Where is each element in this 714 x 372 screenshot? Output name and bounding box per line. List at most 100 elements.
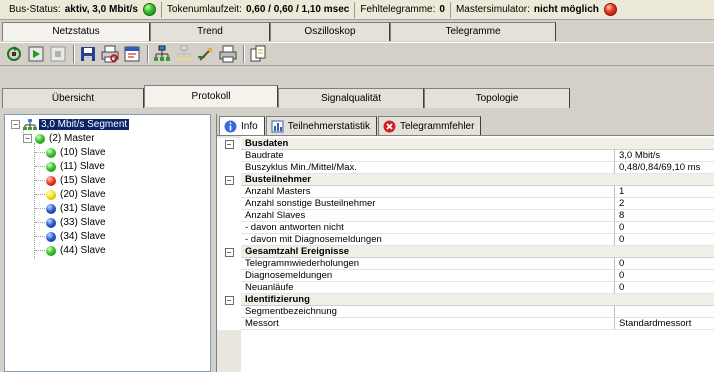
slave-status-icon: [46, 147, 56, 158]
section-title: Identifizierung: [241, 294, 714, 306]
tree-node-slave-label: (10) Slave: [60, 147, 106, 158]
slave-status-icon: [46, 231, 56, 242]
tab-telegramme[interactable]: Telegramme: [390, 22, 556, 41]
property-row[interactable]: Anzahl Slaves 8: [217, 210, 714, 222]
bus-status: Bus-Status: aktiv, 3,0 Mbit/s: [4, 1, 162, 18]
tab-teilnehmerstatistik[interactable]: Teilnehmerstatistik: [265, 116, 377, 135]
tree-line: [35, 194, 45, 195]
property-value: 0: [615, 258, 714, 270]
property-value: [615, 306, 714, 318]
tab-uebersicht[interactable]: Übersicht: [2, 88, 144, 108]
section-header[interactable]: − Busteilnehmer: [217, 174, 714, 186]
print-preview-icon[interactable]: [100, 44, 120, 64]
toolbar: [0, 42, 714, 66]
tab-info[interactable]: Info: [219, 116, 265, 135]
tab-netzstatus[interactable]: Netzstatus: [2, 22, 150, 41]
tree-node-slave-label: (11) Slave: [60, 161, 105, 172]
collapse-section-icon[interactable]: −: [224, 139, 234, 149]
status-bar: Bus-Status: aktiv, 3,0 Mbit/s Tokenumlau…: [0, 0, 714, 20]
tab-info-label: Info: [241, 120, 258, 132]
detail-tab-bar: Info Teilnehmerstatistik Telegrammfehler: [217, 114, 714, 135]
property-key: Buszyklus Min./Mittel/Max.: [241, 162, 615, 174]
property-row[interactable]: Anzahl Masters 1: [217, 186, 714, 198]
tree-node-slave[interactable]: (33) Slave: [35, 216, 106, 229]
bus-status-label: Bus-Status:: [9, 4, 61, 15]
collapse-section-icon[interactable]: −: [224, 175, 234, 185]
tree-node-slave-label: (34) Slave: [60, 231, 106, 242]
property-value: 0: [615, 234, 714, 246]
section-header[interactable]: − Busdaten: [217, 138, 714, 150]
tree-node-slave[interactable]: (20) Slave: [35, 188, 106, 201]
property-key: Anzahl Masters: [241, 186, 615, 198]
segment-tree[interactable]: − 3,0 Mbit/s Segment − (2) Master (10) S…: [4, 114, 211, 372]
slave-status-icon: [46, 175, 56, 186]
property-value: 2: [615, 198, 714, 210]
property-row[interactable]: - davon antworten nicht 0: [217, 222, 714, 234]
tab-teilnehmerstatistik-label: Teilnehmerstatistik: [287, 120, 370, 132]
tree-line: [35, 166, 45, 167]
tree-line: [35, 250, 45, 251]
tree-node-slave[interactable]: (11) Slave: [35, 160, 105, 173]
tree-node-slave[interactable]: (31) Slave: [35, 202, 106, 215]
property-row[interactable]: Messort Standardmessort: [217, 318, 714, 330]
tree-node-slave-label: (44) Slave: [60, 245, 106, 256]
network-segment-icon: [23, 118, 37, 130]
tree-node-master[interactable]: − (2) Master: [23, 132, 95, 145]
property-row[interactable]: Segmentbezeichnung: [217, 306, 714, 318]
tab-telegrammfehler-label: Telegrammfehler: [399, 120, 475, 132]
tab-topologie[interactable]: Topologie: [424, 88, 570, 108]
tab-protokoll[interactable]: Protokoll: [144, 85, 278, 107]
token-time-label: Tokenumlaufzeit:: [166, 4, 242, 15]
tree-node-slave-label: (15) Slave: [60, 175, 106, 186]
tab-telegrammfehler[interactable]: Telegrammfehler: [377, 116, 482, 135]
tree-line: [35, 152, 45, 153]
tree-node-slave[interactable]: (44) Slave: [35, 244, 106, 257]
collapse-toggle-icon[interactable]: −: [11, 120, 20, 129]
tree-node-slave[interactable]: (15) Slave: [35, 174, 106, 187]
master-simulator-value: nicht möglich: [533, 4, 599, 15]
copy-icon[interactable]: [248, 44, 268, 64]
tree-node-slave[interactable]: (34) Slave: [35, 230, 106, 243]
tree-node-segment-label: 3,0 Mbit/s Segment: [39, 119, 130, 130]
property-row[interactable]: Telegrammwiederholungen 0: [217, 258, 714, 270]
section-title: Busteilnehmer: [241, 174, 714, 186]
property-key: Anzahl Slaves: [241, 210, 615, 222]
property-row[interactable]: - davon mit Diagnosemeldungen 0: [217, 234, 714, 246]
section-header[interactable]: − Identifizierung: [217, 294, 714, 306]
tree-node-segment[interactable]: − 3,0 Mbit/s Segment: [11, 118, 130, 131]
network-live-icon[interactable]: [152, 44, 172, 64]
master-simulator-label: Mastersimulator:: [455, 4, 530, 15]
property-row[interactable]: Baudrate 3,0 Mbit/s: [217, 150, 714, 162]
collapse-section-icon[interactable]: −: [224, 247, 234, 257]
property-row[interactable]: Diagnosemeldungen 0: [217, 270, 714, 282]
property-row[interactable]: Anzahl sonstige Busteilnehmer 2: [217, 198, 714, 210]
stop-icon[interactable]: [48, 44, 68, 64]
tab-signalqualitaet[interactable]: Signalqualität: [278, 88, 424, 108]
settings-tool-icon[interactable]: [196, 44, 216, 64]
property-row[interactable]: Buszyklus Min./Mittel/Max. 0,48/0,84/69,…: [217, 162, 714, 174]
tree-node-slave[interactable]: (10) Slave: [35, 146, 106, 159]
info-grid: − Busdaten Baudrate 3,0 Mbit/s Buszyklus…: [217, 135, 714, 372]
property-value: 0: [615, 222, 714, 234]
network-offline-icon[interactable]: [174, 44, 194, 64]
tree-node-slave-label: (33) Slave: [60, 217, 106, 228]
collapse-section-icon[interactable]: −: [224, 295, 234, 305]
property-row[interactable]: Neuanläufe 0: [217, 282, 714, 294]
tree-line: [35, 222, 45, 223]
play-icon[interactable]: [26, 44, 46, 64]
tab-oszilloskop[interactable]: Oszilloskop: [270, 22, 390, 41]
slave-status-icon: [46, 203, 56, 214]
export-icon[interactable]: [122, 44, 142, 64]
section-title: Gesamtzahl Ereignisse: [241, 246, 714, 258]
print-icon[interactable]: [218, 44, 238, 64]
section-header[interactable]: − Gesamtzahl Ereignisse: [217, 246, 714, 258]
collapse-toggle-icon[interactable]: −: [23, 134, 32, 143]
master-status-icon: [35, 133, 45, 144]
scan-network-icon[interactable]: [4, 44, 24, 64]
toolbar-separator: [243, 45, 245, 63]
property-key: Neuanläufe: [241, 282, 615, 294]
property-key: - davon antworten nicht: [241, 222, 615, 234]
save-icon[interactable]: [78, 44, 98, 64]
tab-trend[interactable]: Trend: [150, 22, 270, 41]
tree-line: [35, 208, 45, 209]
